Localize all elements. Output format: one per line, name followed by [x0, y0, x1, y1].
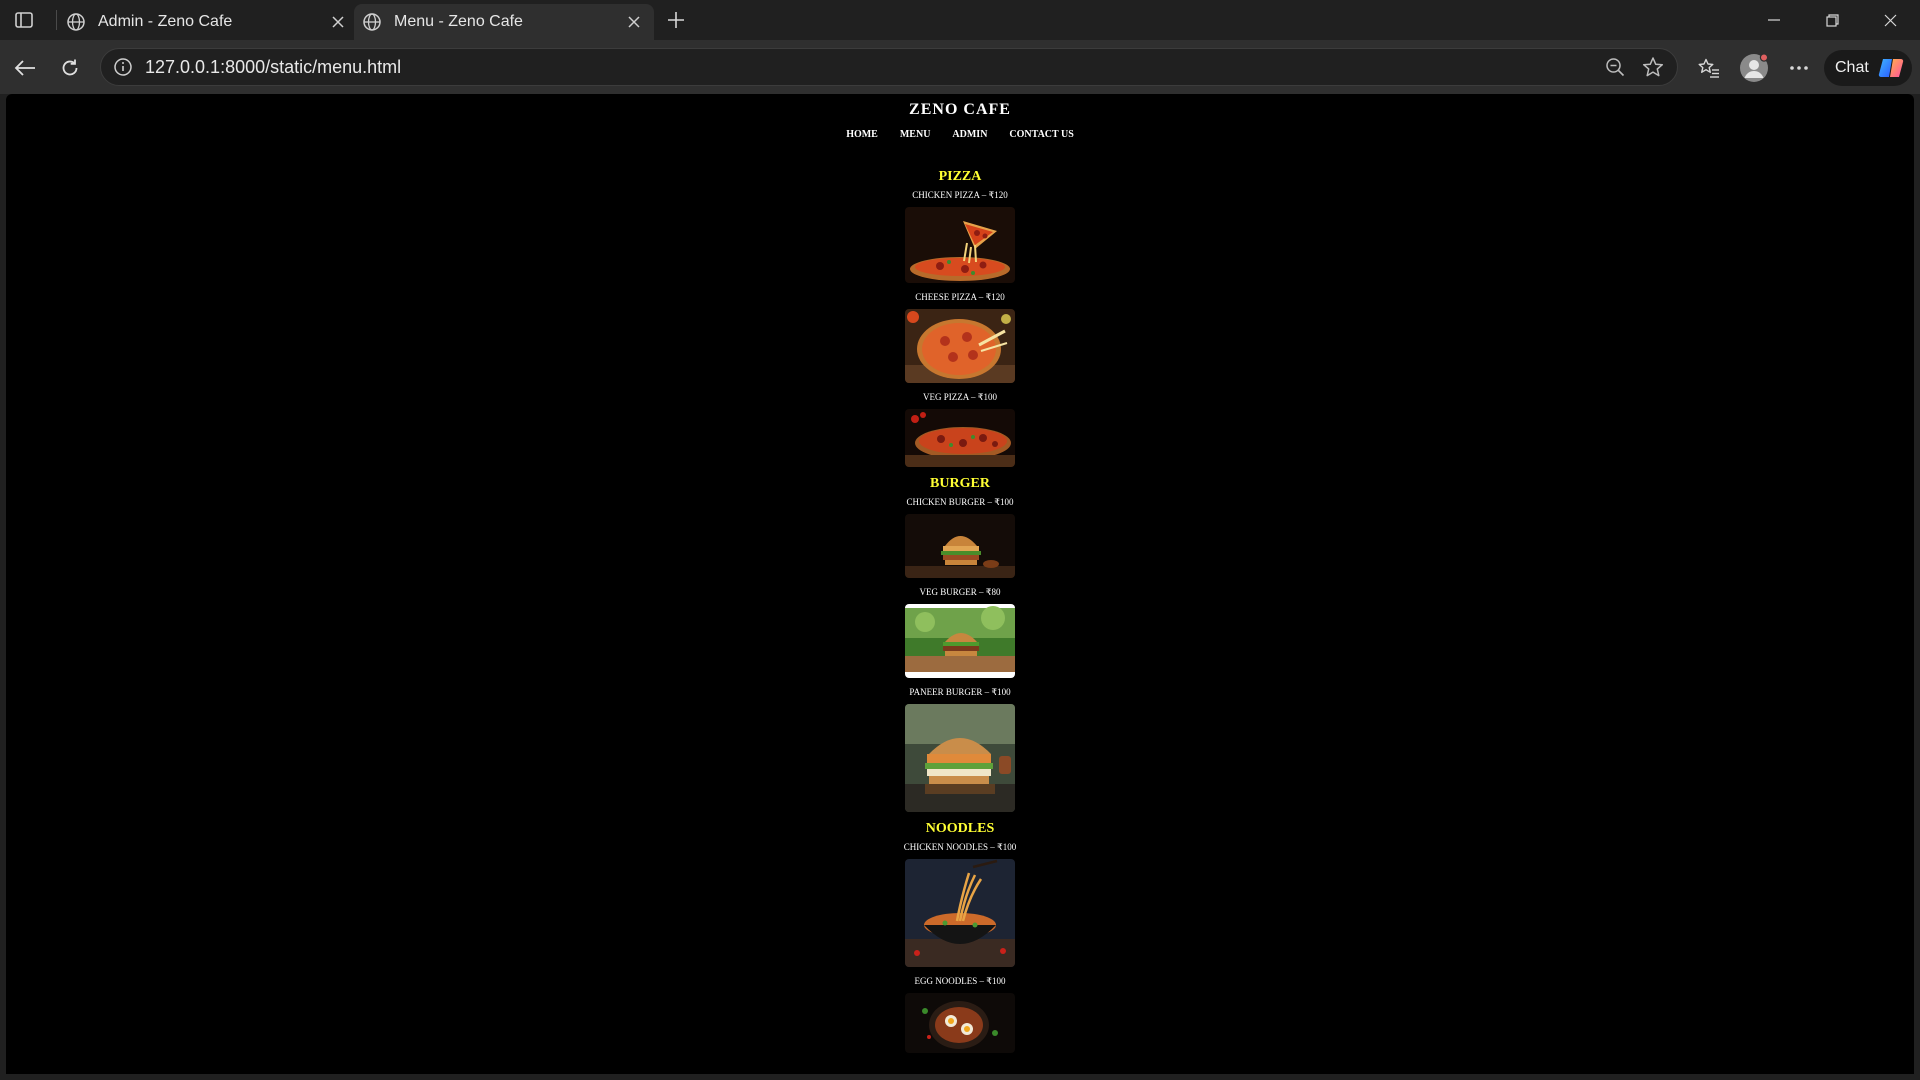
category-heading-pizza: PIZZA [938, 169, 982, 184]
zoom-out-icon[interactable] [1601, 53, 1629, 81]
chicken-pizza-image [905, 207, 1015, 283]
nav-link-menu[interactable]: MENU [900, 128, 931, 142]
tab-title: Admin - Zeno Cafe [98, 13, 233, 30]
tab-actions-icon[interactable] [12, 9, 36, 31]
menu-item-name: VEG BURGER – ₹80 [919, 587, 1001, 597]
menu-item-name: PANEER BURGER – ₹100 [909, 687, 1011, 697]
menu-item-name: CHICKEN BURGER – ₹100 [906, 497, 1014, 507]
favorites-list-icon[interactable] [1694, 53, 1724, 83]
menu-item-name: VEG PIZZA – ₹100 [923, 392, 997, 402]
nav-link-admin[interactable]: ADMIN [952, 128, 987, 142]
refresh-icon[interactable] [53, 51, 87, 85]
profile-avatar-icon[interactable] [1739, 53, 1769, 83]
menu-item-name: EGG NOODLES – ₹100 [914, 976, 1006, 986]
more-options-icon[interactable] [1784, 53, 1814, 83]
nav-link-home[interactable]: HOME [846, 128, 878, 142]
close-icon[interactable] [324, 8, 352, 36]
category-heading-noodles: NOODLES [925, 821, 995, 836]
tab-divider [56, 10, 57, 30]
browser-tab-bar: Admin - Zeno Cafe Menu - Zeno Cafe [0, 0, 1920, 40]
globe-icon [363, 13, 381, 31]
minimize-icon[interactable] [1746, 0, 1802, 40]
back-arrow-icon[interactable] [8, 51, 42, 85]
tab-title: Menu - Zeno Cafe [394, 13, 523, 30]
nav-link-contact-us[interactable]: CONTACT US [1009, 128, 1073, 142]
new-tab-plus-icon[interactable] [664, 7, 688, 33]
tab-admin[interactable]: Admin - Zeno Cafe [58, 4, 358, 40]
url-text[interactable]: 127.0.0.1:8000/static/menu.html [145, 57, 1601, 78]
close-icon[interactable] [620, 8, 648, 36]
page-viewport: ZENO CAFE HOME MENU ADMIN CONTACT US PIZ… [6, 94, 1914, 1074]
browser-toolbar: 127.0.0.1:8000/static/menu.html Chat [0, 40, 1920, 94]
menu-item-name: CHICKEN PIZZA – ₹120 [912, 190, 1008, 200]
favorite-star-icon[interactable] [1639, 53, 1667, 81]
tab-menu[interactable]: Menu - Zeno Cafe [354, 4, 654, 40]
site-header: ZENO CAFE HOME MENU ADMIN CONTACT US [6, 98, 1914, 142]
globe-icon [67, 13, 85, 31]
site-title: ZENO CAFE [909, 101, 1011, 118]
copilot-chat-button[interactable]: Chat [1824, 50, 1912, 86]
veg-pizza-image [905, 409, 1015, 467]
address-bar[interactable]: 127.0.0.1:8000/static/menu.html [100, 48, 1678, 86]
site-nav: HOME MENU ADMIN CONTACT US [6, 128, 1914, 142]
menu-item-name: CHEESE PIZZA – ₹120 [915, 292, 1005, 302]
copilot-icon [1878, 59, 1903, 77]
menu-item-name: CHICKEN NOODLES – ₹100 [903, 842, 1017, 852]
cheese-pizza-image [905, 309, 1015, 383]
menu-list: PIZZA CHICKEN PIZZA – ₹120 CHEESE PIZZA … [900, 168, 1020, 1053]
egg-noodles-image [905, 993, 1015, 1053]
chicken-burger-image [905, 514, 1015, 578]
restore-icon[interactable] [1804, 0, 1860, 40]
category-heading-burger: BURGER [930, 476, 990, 491]
window-close-icon[interactable] [1862, 0, 1918, 40]
chicken-noodles-image [905, 859, 1015, 967]
paneer-burger-image [905, 704, 1015, 812]
site-info-icon[interactable] [113, 57, 133, 77]
chat-label: Chat [1835, 59, 1869, 76]
veg-burger-image [905, 604, 1015, 678]
